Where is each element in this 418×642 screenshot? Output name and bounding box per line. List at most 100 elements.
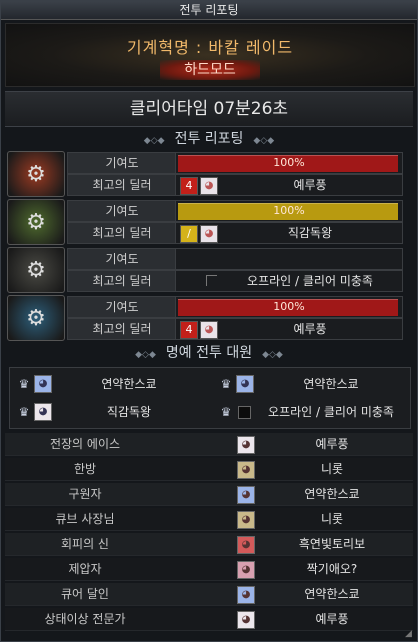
player-avatar-icon: ◕ [200, 225, 218, 243]
battle-report-header: ◆◇◆ 전투 리포팅 ◆◇◆ [5, 129, 413, 149]
award-player-name: 흑연빛토리보 [298, 537, 366, 551]
top-dealer-value: / ◕ 직감독왕 [175, 222, 403, 244]
award-title: 큐어 달인 [61, 587, 109, 601]
award-avatar-icon: ◕ [237, 536, 255, 554]
honor-members-panel: ♛ ◕ 연약한스쿄 ♛ ◕ 연약한스쿄 ♛ ◕ 직감독왕 ♛ 오프라인 / 클리어 미충족 [9, 367, 411, 429]
clear-time: 클리어타임 07분26초 [5, 91, 413, 127]
top-dealer-value: 오프라인 / 클리어 미충족 [175, 270, 403, 292]
ornament-left-icon: ◆◇◆ [135, 350, 156, 360]
award-row: 제압자 ◕ 짝기애오? [5, 558, 413, 581]
award-title: 한방 [73, 462, 97, 476]
contribution-label: 기여도 [67, 296, 177, 318]
award-player-name: 예루풍 [315, 612, 349, 626]
member-name: 직감독왕 [106, 405, 152, 419]
raid-name: 기계혁명 : 바칼 레이드 [126, 38, 294, 57]
ornament-right-icon: ◆◇◆ [262, 350, 283, 360]
award-player-name: 연약한스쿄 [304, 587, 360, 601]
player-avatar-icon: ◕ [200, 177, 218, 195]
offline-icon [206, 275, 217, 286]
top-dealer-value: 4 ◕ 예루풍 [175, 318, 403, 340]
award-player-name: 니롯 [320, 512, 344, 526]
award-player-name: 예루풍 [315, 437, 349, 451]
honor-member[interactable]: ♛ ◕ 연약한스쿄 [212, 370, 410, 398]
member-avatar-icon: ◕ [34, 403, 52, 421]
member-name: 오프라인 / 클리어 미충족 [268, 405, 394, 419]
award-row: 구원자 ◕ 연약한스쿄 [5, 483, 413, 506]
player-avatar-icon: ◕ [200, 321, 218, 339]
award-player-name: 짝기애오? [306, 562, 358, 576]
ice-boss-portrait-icon: ⚙ [7, 295, 65, 341]
honor-member[interactable]: ♛ 오프라인 / 클리어 미충족 [212, 398, 410, 426]
contribution-value: 100% [273, 204, 305, 217]
top-dealer-label: 최고의 딜러 [67, 318, 177, 340]
award-avatar-icon: ◕ [237, 486, 255, 504]
award-row: 상태이상 전문가 ◕ 예루풍 [5, 608, 413, 631]
award-row: 전장의 에이스 ◕ 예루풍 [5, 433, 413, 456]
contribution-bar: 100% [175, 152, 403, 174]
award-avatar-icon: ◕ [237, 511, 255, 529]
award-row: 큐어 달인 ◕ 연약한스쿄 [5, 583, 413, 606]
contribution-value: 100% [273, 300, 305, 313]
award-player-name: 니롯 [320, 462, 344, 476]
top-dealer-label: 최고의 딜러 [67, 174, 177, 196]
red-class-icon: 4 [180, 177, 198, 195]
crown-icon: ♛ [220, 405, 232, 419]
boss-row: ⚙ 기여도 100% 최고의 딜러 / ◕ 직감독왕 [7, 199, 403, 245]
award-list: 전장의 에이스 ◕ 예루풍 한방 ◕ 니롯 구원자 ◕ 연약한스쿄 큐브 사장님 ◕ 니롯 회피의 신 ◕… [5, 433, 413, 633]
resize-grip-icon[interactable]: ◢ [405, 629, 415, 639]
honor-member[interactable]: ♛ ◕ 직감독왕 [10, 398, 208, 426]
contribution-label: 기여도 [67, 200, 177, 222]
contribution-label: 기여도 [67, 248, 177, 270]
award-row: 회피의 신 ◕ 흑연빛토리보 [5, 533, 413, 556]
award-avatar-icon: ◕ [237, 461, 255, 479]
raid-banner: 기계혁명 : 바칼 레이드 하드모드 [5, 23, 415, 87]
award-title: 전장의 에이스 [49, 437, 121, 451]
member-name: 연약한스쿄 [303, 377, 359, 391]
contribution-value: 100% [273, 156, 305, 169]
contribution-bar: 100% [175, 200, 403, 222]
fire-boss-portrait-icon: ⚙ [7, 151, 65, 197]
award-row: 큐브 사장님 ◕ 니롯 [5, 508, 413, 531]
award-avatar-icon: ◕ [237, 611, 255, 629]
top-dealer-value: 4 ◕ 예루풍 [175, 174, 403, 196]
award-avatar-icon: ◕ [237, 561, 255, 579]
award-player-name: 연약한스쿄 [304, 487, 360, 501]
top-dealer-name: 직감독왕 [287, 226, 333, 240]
red-class-icon: 4 [180, 321, 198, 339]
top-dealer-name: 예루풍 [293, 178, 327, 192]
boss-row: ⚙ 기여도 최고의 딜러 오프라인 / 클리어 미충족 [7, 247, 403, 293]
boss-row: ⚙ 기여도 100% 최고의 딜러 4 ◕ 예루풍 [7, 151, 403, 197]
member-name: 연약한스쿄 [101, 377, 157, 391]
award-avatar-icon: ◕ [237, 436, 255, 454]
contribution-label: 기여도 [67, 152, 177, 174]
honor-title: 명예 전투 대원 [165, 345, 253, 361]
honor-header: ◆◇◆ 명예 전투 대원 ◆◇◆ [5, 343, 413, 363]
ornament-right-icon: ◆◇◆ [253, 136, 275, 146]
crown-icon: ♛ [18, 377, 30, 391]
yellow-class-icon: / [180, 225, 198, 243]
difficulty-badge: 하드모드 [160, 60, 260, 80]
top-dealer-label: 최고의 딜러 [67, 270, 177, 292]
member-avatar-icon: ◕ [236, 375, 254, 393]
award-row: 한방 ◕ 니롯 [5, 458, 413, 481]
award-title: 회피의 신 [61, 537, 109, 551]
top-dealer-name: 예루풍 [293, 322, 327, 336]
ornament-left-icon: ◆◇◆ [143, 136, 165, 146]
award-title: 제압자 [68, 562, 102, 576]
contribution-bar: 100% [175, 296, 403, 318]
battle-report-window: 전투 리포팅 기계혁명 : 바칼 레이드 하드모드 클리어타임 07분26초 ◆… [0, 0, 418, 642]
crown-icon: ♛ [18, 405, 30, 419]
window-title: 전투 리포팅 [1, 1, 417, 20]
dark-boss-portrait-icon: ⚙ [7, 247, 65, 293]
top-dealer-name: 오프라인 / 클리어 미충족 [247, 274, 373, 288]
award-title: 구원자 [68, 487, 102, 501]
honor-member[interactable]: ♛ ◕ 연약한스쿄 [10, 370, 208, 398]
contribution-value [176, 249, 402, 269]
award-title: 상태이상 전문가 [44, 612, 126, 626]
crown-icon: ♛ [220, 377, 232, 391]
contribution-bar [175, 248, 403, 270]
award-title: 큐브 사장님 [55, 512, 115, 526]
wind-boss-portrait-icon: ⚙ [7, 199, 65, 245]
top-dealer-label: 최고의 딜러 [67, 222, 177, 244]
boss-row: ⚙ 기여도 100% 최고의 딜러 4 ◕ 예루풍 [7, 295, 403, 341]
